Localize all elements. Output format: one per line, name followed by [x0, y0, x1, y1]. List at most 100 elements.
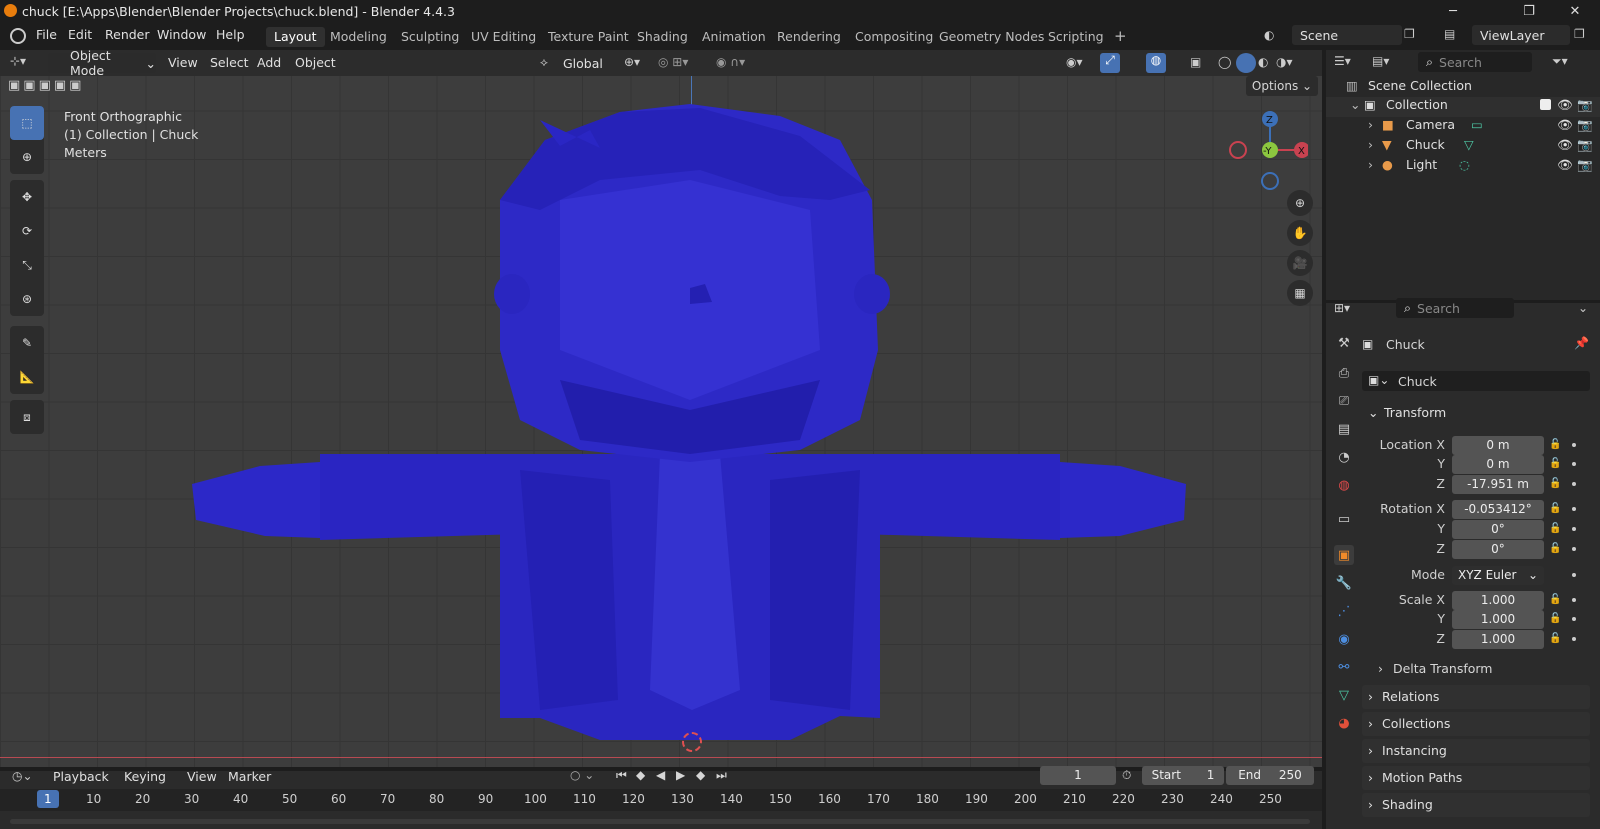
output-tab-icon[interactable]: ⎚ [1334, 391, 1354, 411]
keyframe-dot-icon[interactable] [1572, 527, 1576, 531]
3d-cursor-icon[interactable] [682, 732, 702, 752]
rotation-x-field[interactable]: -0.053412° [1452, 500, 1544, 519]
instancing-panel-header[interactable]: › Instancing [1362, 739, 1590, 763]
keyframe-dot-icon[interactable] [1572, 462, 1576, 466]
filter-icon[interactable]: ⏷▾ [1552, 54, 1568, 69]
play-reverse-icon[interactable]: ◀ [656, 768, 665, 782]
mesh-data-icon[interactable]: ▽ [1464, 137, 1474, 152]
delta-transform-subpanel[interactable]: › Delta Transform [1378, 661, 1590, 681]
lock-icon[interactable]: 🔓 [1549, 594, 1561, 606]
chuck-mesh[interactable] [0, 50, 1322, 767]
play-icon[interactable]: ▶ [676, 768, 685, 782]
tab-texture-paint[interactable]: Texture Paint [540, 27, 637, 47]
keyframe-dot-icon[interactable] [1572, 482, 1576, 486]
location-y-field[interactable]: 0 m [1452, 455, 1544, 474]
light-data-icon[interactable]: ◌ [1459, 157, 1470, 172]
tab-geometry-nodes[interactable]: Geometry Nodes [931, 27, 1052, 47]
keyframe-dot-icon[interactable] [1572, 443, 1576, 447]
mesh-data-tab-icon[interactable]: ▽ [1334, 685, 1354, 705]
menu-file[interactable]: File [36, 27, 57, 45]
view-layer-tab-icon[interactable]: ▤ [1334, 419, 1354, 439]
tab-uv-editing[interactable]: UV Editing [463, 27, 544, 47]
collections-panel-header[interactable]: › Collections [1362, 712, 1590, 736]
keyframe-dot-icon[interactable] [1572, 617, 1576, 621]
properties-search[interactable]: ⌕ Search [1396, 298, 1514, 318]
rotation-mode-dropdown[interactable]: XYZ Euler ⌄ [1452, 566, 1544, 585]
location-z-field[interactable]: -17.951 m [1452, 475, 1544, 494]
lock-icon[interactable]: 🔓 [1549, 503, 1561, 515]
display-mode-icon[interactable]: ▤▾ [1372, 54, 1389, 68]
motion-paths-panel-header[interactable]: › Motion Paths [1362, 766, 1590, 790]
scale-z-field[interactable]: 1.000 [1452, 630, 1544, 649]
timeline-menu-marker[interactable]: Marker [228, 769, 271, 784]
lock-icon[interactable]: 🔓 [1549, 478, 1561, 490]
tab-layout[interactable]: Layout [266, 27, 325, 47]
tab-shading[interactable]: Shading [629, 27, 696, 47]
properties-editor-icon[interactable]: ⊞▾ [1334, 301, 1350, 315]
tab-sculpting[interactable]: Sculpting [393, 27, 467, 47]
exclude-checkbox-icon[interactable] [1540, 99, 1551, 110]
jump-end-icon[interactable]: ⏭ [716, 768, 727, 783]
rotation-y-field[interactable]: 0° [1452, 520, 1544, 539]
menu-render[interactable]: Render [105, 27, 150, 45]
timeline-menu-keying[interactable]: Keying [124, 769, 166, 784]
viewlayer-icon[interactable]: ▤ [1444, 27, 1455, 41]
scale-x-field[interactable]: 1.000 [1452, 591, 1544, 610]
eye-icon[interactable]: 👁 [1557, 117, 1573, 133]
next-keyframe-icon[interactable]: ◆ [696, 768, 705, 782]
tab-rendering[interactable]: Rendering [769, 27, 849, 47]
camera-data-icon[interactable]: ▭ [1471, 117, 1483, 132]
expand-chevron-icon[interactable]: › [1368, 117, 1373, 132]
render-camera-icon[interactable]: 📷 [1577, 137, 1593, 153]
keyframe-dot-icon[interactable] [1572, 598, 1576, 602]
shading-panel-header[interactable]: › Shading [1362, 793, 1590, 817]
tab-compositing[interactable]: Compositing [847, 27, 941, 47]
object-name-field[interactable]: ▣⌄ Chuck [1362, 371, 1590, 391]
pin-icon[interactable]: 📌 [1574, 336, 1589, 350]
start-frame-field[interactable]: Start 1 [1142, 766, 1224, 785]
material-tab-icon[interactable]: ◕ [1334, 713, 1354, 733]
outliner-editor-icon[interactable]: ☰▾ [1334, 54, 1351, 68]
timeline-menu-playback[interactable]: Playback [53, 769, 109, 784]
tab-animation[interactable]: Animation [694, 27, 774, 47]
expand-chevron-icon[interactable]: › [1368, 137, 1373, 152]
render-camera-icon[interactable]: 📷 [1577, 97, 1593, 113]
lock-icon[interactable]: 🔓 [1549, 439, 1561, 451]
eye-icon[interactable]: 👁 [1557, 157, 1573, 173]
chevron-down-icon[interactable]: ⌄ [1578, 301, 1588, 315]
end-frame-field[interactable]: End 250 [1226, 766, 1314, 785]
tab-scripting[interactable]: Scripting [1040, 27, 1112, 47]
current-frame-field[interactable]: 1 [1040, 766, 1116, 785]
maximize-button[interactable]: ❐ [1506, 0, 1552, 22]
tab-modeling[interactable]: Modeling [322, 27, 395, 47]
keyframe-dot-icon[interactable] [1572, 507, 1576, 511]
scene-field[interactable]: Scene [1292, 25, 1402, 45]
close-button[interactable]: ✕ [1552, 0, 1598, 22]
collapse-chevron-icon[interactable]: ⌄ [1350, 97, 1360, 112]
keyframe-dot-icon[interactable] [1572, 573, 1576, 577]
prev-keyframe-icon[interactable]: ◆ [636, 768, 645, 782]
location-x-field[interactable]: 0 m [1452, 436, 1544, 455]
eye-icon[interactable]: 👁 [1557, 97, 1573, 113]
constraints-tab-icon[interactable]: ⚯ [1334, 657, 1354, 677]
timeline-editor-icon[interactable]: ◷⌄ [12, 769, 33, 783]
keyframe-dot-icon[interactable] [1572, 637, 1576, 641]
lock-icon[interactable]: 🔓 [1549, 458, 1561, 470]
rotation-z-field[interactable]: 0° [1452, 540, 1544, 559]
add-workspace-button[interactable]: + [1106, 25, 1135, 45]
menu-edit[interactable]: Edit [68, 27, 92, 45]
scene-icon[interactable]: ◐ [1264, 28, 1286, 46]
transform-panel-header[interactable]: ⌄ Transform [1364, 401, 1594, 425]
relations-panel-header[interactable]: › Relations [1362, 685, 1590, 709]
menu-help[interactable]: Help [216, 27, 245, 45]
timeline-menu-view[interactable]: View [187, 769, 217, 784]
expand-chevron-icon[interactable]: › [1368, 157, 1373, 172]
tool-tab-icon[interactable]: ⚒ [1334, 333, 1354, 353]
jump-start-icon[interactable]: ⏮ [616, 768, 627, 783]
render-camera-icon[interactable]: 📷 [1577, 117, 1593, 133]
outliner-row-chuck[interactable]: › ▼ Chuck ▽ 👁 📷 [1326, 137, 1600, 157]
new-scene-icon[interactable]: ❐ [1404, 27, 1415, 41]
timeline-scrollbar[interactable] [10, 819, 1310, 824]
timer-icon[interactable]: ⏱ [1122, 768, 1131, 783]
lock-icon[interactable]: 🔓 [1549, 523, 1561, 535]
